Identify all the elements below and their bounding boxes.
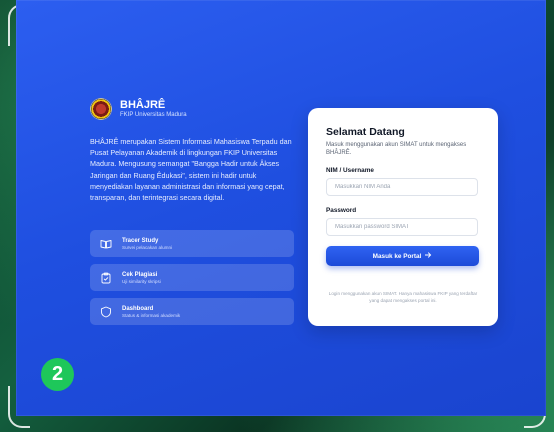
brand-title: BHÂJRÊ [120,99,166,111]
intro-description: BHÂJRÊ merupakan Sistem Informasi Mahasi… [90,137,292,203]
password-label: Password [326,207,357,214]
login-submit-button[interactable]: Masuk ke Portal [326,246,479,266]
clipboard-check-icon [100,272,112,284]
login-subtitle: Masuk menggunakan akun SIMAT untuk menga… [326,142,467,156]
brand-subtitle: FKIP Universitas Madura [120,112,187,118]
arrow-right-icon [424,251,432,261]
feature-tracer-study[interactable]: Tracer Study Survei pelacakan alumni [90,230,294,257]
feature-title: Dashboard [122,305,154,312]
feature-title: Cek Plagiasi [122,271,158,278]
brand: BHÂJRÊ FKIP Universitas Madura [90,98,187,120]
login-submit-label: Masuk ke Portal [372,252,422,260]
feature-title: Tracer Study [122,237,159,244]
nim-label: NIM / Username [326,167,374,174]
hero-panel: BHÂJRÊ FKIP Universitas Madura BHÂJRÊ me… [16,0,546,416]
feature-dashboard[interactable]: Dashboard Status & informasi akademik [90,298,294,325]
login-title: Selamat Datang [326,126,405,138]
login-note: Login menggunakan akun SIMAT. Hanya maha… [328,291,478,303]
password-input[interactable] [326,218,478,236]
feature-subtitle: Uji similarity skripsi [122,278,161,284]
feature-subtitle: Status & informasi akademik [122,312,181,318]
university-logo-icon [90,98,112,120]
nim-input[interactable] [326,178,478,196]
feature-cek-plagiasi[interactable]: Cek Plagiasi Uji similarity skripsi [90,264,294,291]
login-card: Selamat Datang Masuk menggunakan akun SI… [308,108,498,326]
step-number-badge: 2 [41,358,74,391]
shield-icon [100,306,112,318]
feature-subtitle: Survei pelacakan alumni [122,244,173,250]
book-icon [100,238,112,250]
